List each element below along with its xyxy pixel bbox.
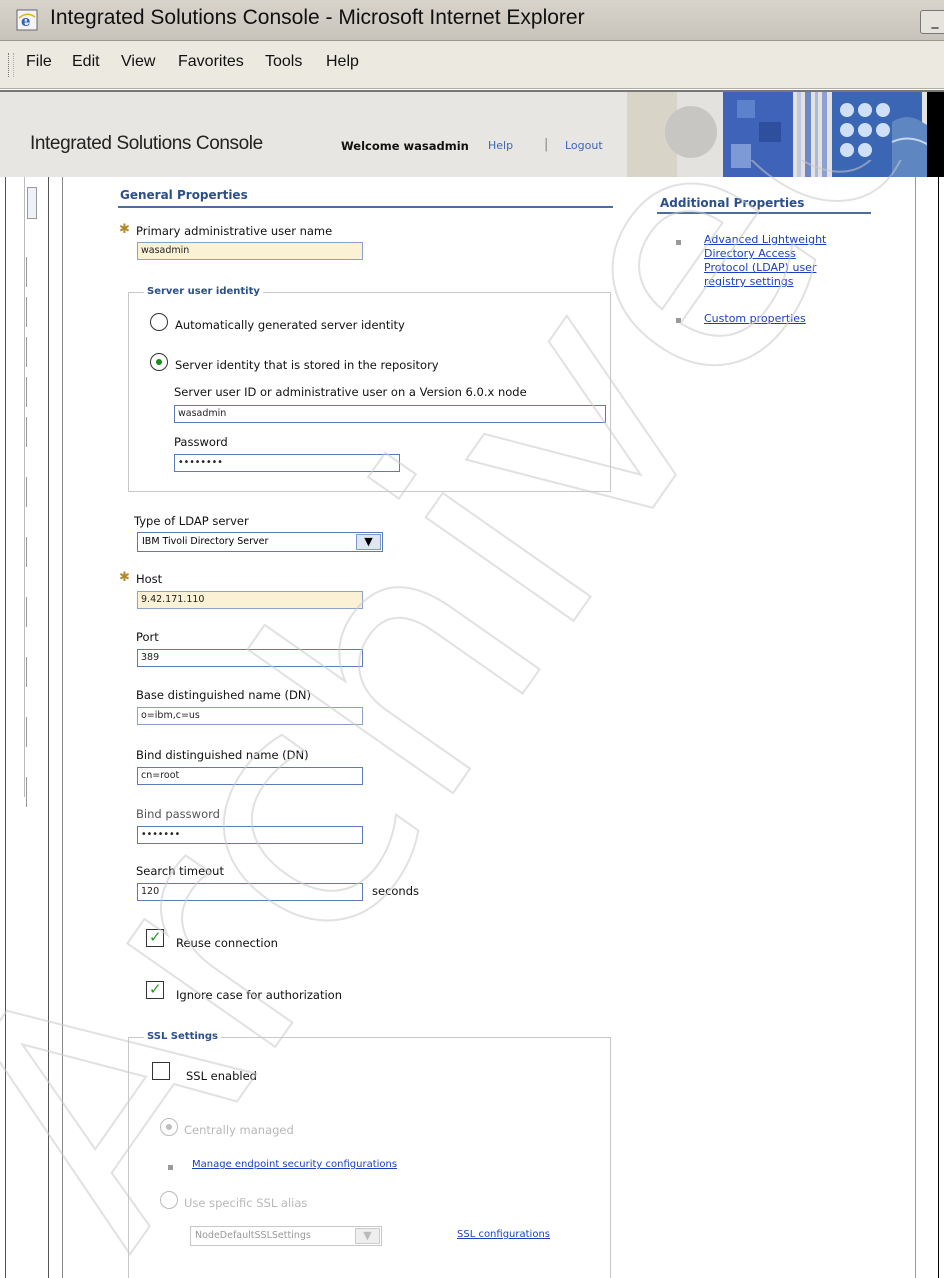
bind-password-label: Bind password [136, 807, 220, 821]
chevron-down-icon[interactable]: ▼ [355, 1228, 380, 1244]
server-password-label: Password [174, 435, 228, 449]
centrally-managed-radio[interactable] [160, 1118, 178, 1136]
menu-tools[interactable]: Tools [265, 53, 302, 71]
console-banner: Integrated Solutions Console Welcome was… [0, 90, 944, 179]
specific-ssl-alias-radio[interactable] [160, 1191, 178, 1209]
console-title: Integrated Solutions Console [30, 133, 263, 154]
auto-identity-radio[interactable] [150, 313, 168, 331]
port-field[interactable]: 389 [137, 649, 363, 667]
chevron-down-icon[interactable]: ▼ [356, 534, 381, 550]
toolbar-grip[interactable] [8, 53, 14, 77]
required-star-icon: ✱ [119, 570, 130, 585]
ldap-type-value: IBM Tivoli Directory Server [142, 536, 269, 547]
ldap-advanced-settings-link-line1[interactable]: Advanced Lightweight [704, 233, 826, 246]
menu-edit[interactable]: Edit [72, 53, 100, 71]
ssl-alias-select[interactable]: NodeDefaultSSLSettings ▼ [190, 1226, 382, 1246]
port-label: Port [136, 630, 159, 644]
required-star-icon: ✱ [119, 222, 130, 237]
banner-separator: | [544, 137, 549, 152]
ie-icon: e [16, 9, 38, 31]
specific-ssl-alias-label: Use specific SSL alias [184, 1196, 308, 1210]
ldap-type-label: Type of LDAP server [134, 514, 249, 528]
server-identity-legend: Server user identity [144, 286, 263, 297]
bullet-icon [676, 240, 681, 245]
ldap-advanced-settings-link-line4[interactable]: registry settings [704, 275, 794, 288]
checkmark-icon: ✓ [149, 980, 162, 998]
primary-user-label: Primary administrative user name [136, 224, 333, 238]
bind-dn-label: Bind distinguished name (DN) [136, 748, 309, 762]
bullet-icon [168, 1165, 173, 1170]
bullet-icon [676, 318, 681, 323]
ssl-settings-legend: SSL Settings [144, 1031, 222, 1042]
ldap-advanced-settings-link-line2[interactable]: Directory Access [704, 247, 796, 260]
ssl-alias-value: NodeDefaultSSLSettings [195, 1230, 311, 1241]
custom-properties-link[interactable]: Custom properties [704, 312, 806, 325]
menu-view[interactable]: View [121, 53, 155, 71]
centrally-managed-label: Centrally managed [184, 1123, 294, 1137]
menu-file[interactable]: File [26, 53, 52, 71]
bind-password-field[interactable]: ••••••• [137, 826, 363, 844]
ssl-enabled-checkbox[interactable] [152, 1062, 170, 1080]
ssl-configurations-link[interactable]: SSL configurations [457, 1229, 550, 1240]
bind-dn-field[interactable]: cn=root [137, 767, 363, 785]
ignore-case-checkbox[interactable]: ✓ [146, 980, 164, 999]
ignore-case-label: Ignore case for authorization [176, 988, 342, 1002]
window-title: Integrated Solutions Console - Microsoft… [50, 6, 585, 29]
menu-bar: File Edit View Favorites Tools Help [0, 41, 944, 89]
ssl-enabled-label: SSL enabled [186, 1069, 257, 1083]
search-timeout-unit: seconds [372, 884, 420, 898]
server-password-field[interactable]: •••••••• [174, 454, 400, 472]
additional-properties-rule [657, 212, 871, 214]
help-link[interactable]: Help [488, 139, 513, 152]
stored-identity-label: Server identity that is stored in the re… [175, 358, 439, 372]
primary-user-field[interactable]: wasadmin [137, 242, 363, 260]
ldap-type-select[interactable]: IBM Tivoli Directory Server ▼ [137, 532, 383, 552]
host-label: Host [136, 572, 163, 586]
banner-decoration [627, 92, 944, 177]
logout-link[interactable]: Logout [565, 139, 603, 152]
base-dn-field[interactable]: o=ibm,c=us [137, 707, 363, 725]
frame-divider [915, 177, 916, 1278]
host-field[interactable]: 9.42.171.110 [137, 591, 363, 609]
base-dn-label: Base distinguished name (DN) [136, 688, 311, 702]
server-userid-field[interactable]: wasadmin [174, 405, 606, 423]
ldap-advanced-settings-link-line3[interactable]: Protocol (LDAP) user [704, 261, 816, 274]
search-timeout-field[interactable]: 120 [137, 883, 363, 901]
reuse-connection-checkbox[interactable]: ✓ [146, 928, 164, 947]
general-properties-rule [118, 206, 613, 208]
window-titlebar[interactable]: e Integrated Solutions Console - Microso… [0, 0, 944, 41]
menu-favorites[interactable]: Favorites [178, 53, 244, 71]
server-userid-label: Server user ID or administrative user on… [174, 385, 527, 399]
welcome-text: Welcome wasadmin [341, 139, 469, 153]
navigation-rail [0, 177, 70, 1278]
additional-properties-heading: Additional Properties [660, 196, 805, 210]
minimize-button[interactable]: _ [920, 10, 944, 34]
menu-help[interactable]: Help [326, 53, 359, 71]
search-timeout-label: Search timeout [136, 864, 224, 878]
window-edge [938, 177, 939, 1278]
stored-identity-radio[interactable] [150, 353, 168, 371]
manage-endpoint-link[interactable]: Manage endpoint security configurations [192, 1159, 397, 1170]
general-properties-heading: General Properties [120, 188, 248, 202]
checkmark-icon: ✓ [149, 928, 162, 946]
auto-identity-label: Automatically generated server identity [175, 318, 405, 332]
reuse-connection-label: Reuse connection [176, 936, 278, 950]
